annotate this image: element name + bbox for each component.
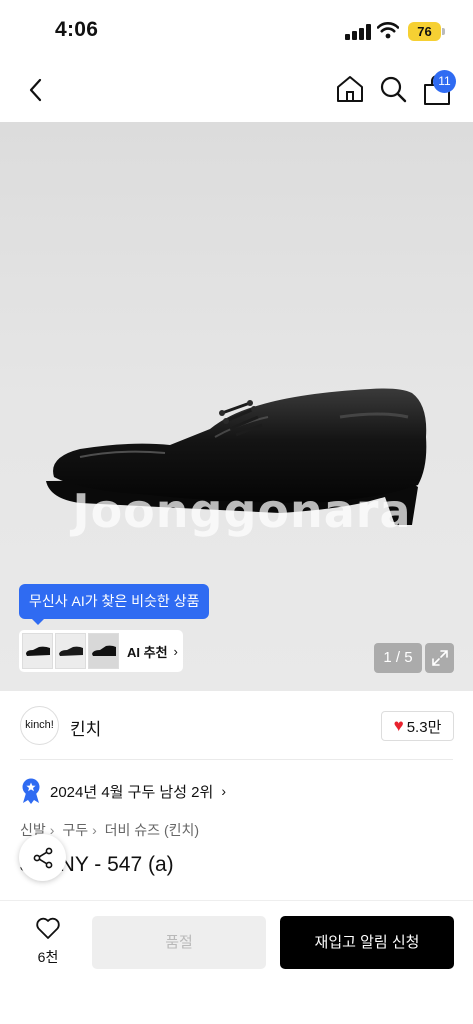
cellular-signal-icon xyxy=(345,24,371,40)
battery-icon: 76 xyxy=(408,22,441,41)
product-image-gallery[interactable]: Joonggonara 무신사 AI가 찾은 비슷한 상품 AI 추천 › 1 … xyxy=(0,122,473,691)
soldout-button: 품절 xyxy=(92,916,266,969)
ai-reco-label: AI 추천 xyxy=(127,644,168,660)
nav-header xyxy=(0,62,473,122)
brand-logo[interactable]: kinch! xyxy=(20,706,59,745)
restock-alert-button[interactable]: 재입고 알림 신청 xyxy=(280,916,454,969)
expand-button[interactable] xyxy=(425,643,454,673)
ai-thumbnail xyxy=(55,633,86,669)
share-icon xyxy=(33,847,52,868)
breadcrumb-item[interactable]: 더비 슈즈 (킨치) xyxy=(105,822,199,838)
status-bar: 4:06 76 xyxy=(0,0,473,62)
brand-name[interactable]: 킨치 xyxy=(70,715,101,740)
ranking-text: 2024년 4월 구두 남성 2위 xyxy=(50,783,214,801)
ai-recommend-button[interactable]: AI 추천 › xyxy=(19,630,183,672)
brand-like-button[interactable]: ♥ 5.3만 xyxy=(381,711,454,741)
wishlist-count: 6천 xyxy=(37,949,59,965)
wifi-icon xyxy=(377,22,399,39)
chevron-right-icon: › xyxy=(92,822,97,838)
bottom-action-bar: 6천 품절 재입고 알림 신청 xyxy=(0,900,473,1024)
share-button[interactable] xyxy=(19,834,66,881)
home-button[interactable] xyxy=(334,73,366,105)
heart-outline-icon xyxy=(36,917,60,939)
brand-like-count: 5.3만 xyxy=(406,718,442,736)
search-button[interactable] xyxy=(377,73,409,105)
chevron-right-icon: › xyxy=(173,643,178,659)
brand-row[interactable]: kinch! 킨치 ♥ 5.3만 xyxy=(0,691,473,759)
cart-count-badge: 11 xyxy=(433,70,456,93)
divider xyxy=(20,759,453,760)
watermark-text: Joonggonara xyxy=(72,484,412,538)
chevron-left-icon xyxy=(29,78,42,102)
ranking-link[interactable]: 2024년 4월 구두 남성 2위 › xyxy=(20,778,226,804)
ai-thumbnail xyxy=(88,633,119,669)
chevron-right-icon: › xyxy=(221,783,226,799)
ai-thumbnail xyxy=(22,633,53,669)
ai-similar-tooltip: 무신사 AI가 찾은 비슷한 상품 xyxy=(19,584,210,619)
wishlist-button[interactable]: 6천 xyxy=(20,916,76,968)
expand-icon xyxy=(431,650,448,666)
page-indicator: 1 / 5 xyxy=(374,643,422,673)
breadcrumb-item[interactable]: 구두 xyxy=(62,822,88,838)
battery-cap xyxy=(442,28,445,35)
tooltip-arrow xyxy=(31,618,45,625)
medal-icon xyxy=(22,778,40,804)
back-button[interactable] xyxy=(20,74,50,106)
heart-icon: ♥ xyxy=(393,716,404,735)
status-time: 4:06 xyxy=(55,18,99,41)
